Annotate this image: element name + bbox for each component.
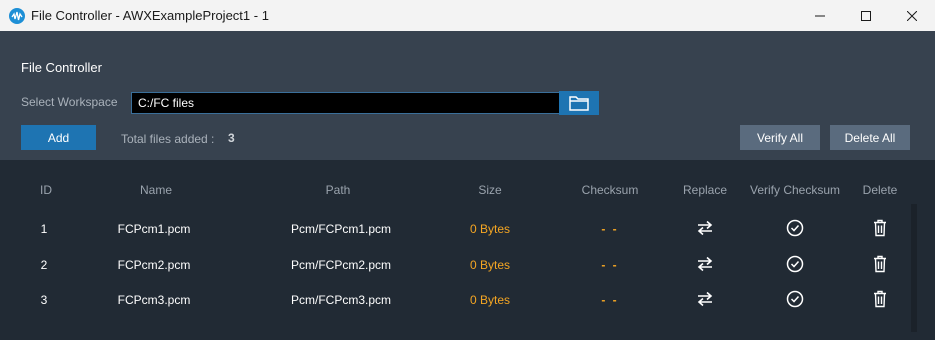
control-panel: File Controller Select Workspace Add Tot… [0, 31, 935, 160]
app-icon [9, 8, 25, 24]
row-checksum: - - [601, 293, 619, 307]
verify-all-button[interactable]: Verify All [740, 125, 820, 150]
trash-icon [874, 290, 886, 308]
maximize-icon [861, 10, 871, 21]
swap-arrows-icon [697, 291, 713, 307]
row-id: 3 [40, 293, 48, 307]
row-id: 2 [40, 258, 48, 272]
row-id: 1 [40, 222, 48, 236]
trash-icon [874, 255, 886, 273]
header-replace: Replace [682, 183, 728, 197]
row-size: 0 Bytes [469, 293, 511, 307]
header-delete: Delete [862, 183, 898, 197]
add-button[interactable]: Add [21, 125, 96, 150]
row-path: Pcm/FCPcm1.pcm [290, 222, 392, 236]
panel-title: File Controller [21, 60, 102, 75]
window-title: File Controller - AWXExampleProject1 - 1 [31, 8, 269, 23]
swap-arrows-icon [697, 256, 713, 272]
swap-arrows-icon [697, 220, 713, 236]
row-checksum: - - [601, 258, 619, 272]
window-titlebar: File Controller - AWXExampleProject1 - 1 [0, 0, 935, 31]
maximize-button[interactable] [843, 0, 889, 31]
delete-button[interactable] [873, 219, 887, 242]
row-path: Pcm/FCPcm2.pcm [290, 258, 392, 272]
verify-checksum-button[interactable] [786, 255, 804, 278]
check-circle-icon [786, 290, 804, 308]
row-name: FCPcm3.pcm [117, 293, 191, 307]
trash-icon [874, 219, 886, 237]
header-name: Name [139, 183, 173, 197]
delete-all-button[interactable]: Delete All [830, 125, 910, 150]
close-icon [907, 10, 917, 21]
header-id: ID [40, 183, 52, 197]
replace-button[interactable] [696, 256, 714, 277]
check-circle-icon [786, 219, 804, 237]
replace-button[interactable] [696, 220, 714, 241]
total-files-label: Total files added : [121, 132, 215, 146]
browse-folder-button[interactable] [559, 91, 599, 115]
workspace-input[interactable] [131, 92, 562, 114]
total-files-count: 3 [228, 131, 235, 145]
row-name: FCPcm1.pcm [117, 222, 191, 236]
file-table: ID Name Path Size Checksum Replace Verif… [0, 160, 935, 340]
minimize-button[interactable] [797, 0, 843, 31]
header-path: Path [325, 183, 351, 197]
row-checksum: - - [601, 222, 619, 236]
minimize-icon [815, 15, 825, 16]
check-circle-icon [786, 255, 804, 273]
header-checksum: Checksum [581, 183, 639, 197]
close-button[interactable] [889, 0, 935, 31]
folder-icon [569, 96, 589, 111]
delete-button[interactable] [873, 290, 887, 313]
table-scrollbar[interactable] [911, 204, 917, 332]
row-name: FCPcm2.pcm [117, 258, 191, 272]
verify-checksum-button[interactable] [786, 219, 804, 242]
header-verify-checksum: Verify Checksum [749, 183, 841, 197]
header-size: Size [478, 183, 502, 197]
workspace-label: Select Workspace [21, 95, 118, 109]
row-size: 0 Bytes [469, 222, 511, 236]
verify-checksum-button[interactable] [786, 290, 804, 313]
replace-button[interactable] [696, 291, 714, 312]
row-path: Pcm/FCPcm3.pcm [290, 293, 392, 307]
row-size: 0 Bytes [469, 258, 511, 272]
delete-button[interactable] [873, 255, 887, 278]
